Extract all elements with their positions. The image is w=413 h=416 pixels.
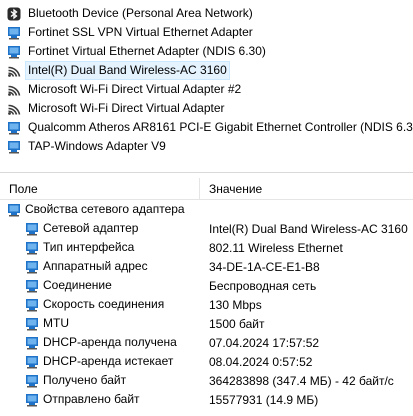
property-rows: Сетевой адаптер Intel(R) Dual Band Wirele…	[0, 219, 413, 409]
property-value: 15577931 (14.9 МБ)	[209, 392, 319, 407]
property-value: Intel(R) Dual Band Wireless-AC 3160	[209, 221, 408, 236]
bluetooth-icon	[7, 7, 21, 21]
network-adapter-icon	[25, 260, 39, 274]
adapter-label: Fortinet SSL VPN Virtual Ethernet Adapte…	[28, 25, 253, 39]
network-adapter-icon	[25, 298, 39, 312]
adapter-list-item[interactable]: Microsoft Wi-Fi Direct Virtual Adapter	[0, 99, 413, 118]
property-field: Сетевой адаптер	[43, 221, 139, 235]
property-field: MTU	[43, 316, 69, 330]
property-field: DHCP-аренда истекает	[43, 354, 174, 368]
property-field: Тип интерфейса	[43, 240, 135, 254]
property-value: 34-DE-1A-CE-E1-B8	[209, 259, 320, 274]
property-value: 08.04.2024 0:57:52	[209, 354, 313, 369]
adapter-list-item[interactable]: Bluetooth Device (Personal Area Network)	[0, 4, 413, 23]
property-field: Аппаратный адрес	[43, 259, 148, 273]
property-row[interactable]: DHCP-аренда истекает 08.04.2024 0:57:52	[0, 352, 413, 371]
wifi-icon	[7, 83, 21, 97]
adapter-list-item[interactable]: TAP-Windows Adapter V9	[0, 137, 413, 156]
adapter-list-item[interactable]: Qualcomm Atheros AR8161 PCI-E Gigabit Et…	[0, 118, 413, 137]
network-adapter-icon	[25, 355, 39, 369]
network-adapter-icon	[7, 121, 21, 135]
property-field: Соединение	[43, 278, 112, 292]
adapter-list-item[interactable]: Fortinet SSL VPN Virtual Ethernet Adapte…	[0, 23, 413, 42]
property-row[interactable]: Сетевой адаптер Intel(R) Dual Band Wirele…	[0, 219, 413, 238]
adapter-label: Fortinet Virtual Ethernet Adapter (NDIS …	[28, 44, 266, 58]
adapter-list-item[interactable]: Intel(R) Dual Band Wireless-AC 3160	[0, 61, 413, 80]
adapter-label: Bluetooth Device (Personal Area Network)	[28, 6, 253, 20]
property-field: Получено байт	[43, 373, 127, 387]
property-row[interactable]: MTU 1500 байт	[0, 314, 413, 333]
network-adapter-icon	[25, 374, 39, 388]
network-adapter-icon	[25, 336, 39, 350]
property-value: 364283898 (347.4 МБ) - 42 байт/с	[209, 373, 394, 388]
column-header-field-label: Поле	[9, 181, 38, 196]
column-header-field[interactable]: Поле	[0, 178, 200, 199]
network-adapter-icon	[25, 241, 39, 255]
property-value: 07.04.2024 17:57:52	[209, 335, 320, 350]
property-value: Беспроводная сеть	[209, 278, 317, 293]
property-value: 130 Mbps	[209, 297, 262, 312]
adapter-label: Microsoft Wi-Fi Direct Virtual Adapter	[28, 101, 225, 115]
network-adapter-icon	[25, 393, 39, 407]
network-adapter-icon	[7, 203, 21, 217]
network-adapter-icon	[7, 45, 21, 59]
network-adapter-icon	[25, 222, 39, 236]
adapter-label: Qualcomm Atheros AR8161 PCI-E Gigabit Et…	[28, 120, 413, 134]
properties-table: Поле Значение Свойства сетевого адаптера…	[0, 178, 413, 409]
adapter-list: Bluetooth Device (Personal Area Network)…	[0, 4, 413, 156]
table-header: Поле Значение	[0, 178, 413, 200]
property-field: Отправлено байт	[43, 392, 140, 406]
panel-splitter[interactable]	[0, 172, 413, 173]
adapter-list-item[interactable]: Fortinet Virtual Ethernet Adapter (NDIS …	[0, 42, 413, 61]
group-row-adapter-properties[interactable]: Свойства сетевого адаптера	[0, 200, 413, 219]
property-row[interactable]: Аппаратный адрес 34-DE-1A-CE-E1-B8	[0, 257, 413, 276]
property-row[interactable]: Отправлено байт 15577931 (14.9 МБ)	[0, 390, 413, 409]
property-row[interactable]: Скорость соединения 130 Mbps	[0, 295, 413, 314]
network-adapter-icon	[7, 26, 21, 40]
property-row[interactable]: DHCP-аренда получена 07.04.2024 17:57:52	[0, 333, 413, 352]
property-field: Скорость соединения	[43, 297, 165, 311]
wifi-icon	[7, 64, 21, 78]
adapter-list-item[interactable]: Microsoft Wi-Fi Direct Virtual Adapter #…	[0, 80, 413, 99]
wifi-icon	[7, 102, 21, 116]
adapter-label: Intel(R) Dual Band Wireless-AC 3160	[25, 61, 230, 80]
column-header-value[interactable]: Значение	[200, 182, 262, 196]
property-value: 802.11 Wireless Ethernet	[209, 240, 343, 255]
property-row[interactable]: Тип интерфейса 802.11 Wireless Ethernet	[0, 238, 413, 257]
adapter-label: TAP-Windows Adapter V9	[28, 139, 166, 153]
property-row[interactable]: Соединение Беспроводная сеть	[0, 276, 413, 295]
column-header-value-label: Значение	[209, 181, 263, 196]
adapter-label: Microsoft Wi-Fi Direct Virtual Adapter #…	[28, 82, 242, 96]
property-value: 1500 байт	[209, 316, 265, 331]
network-adapter-icon	[25, 317, 39, 331]
network-adapter-icon	[25, 279, 39, 293]
group-label: Свойства сетевого адаптера	[25, 202, 185, 216]
property-row[interactable]: Получено байт 364283898 (347.4 МБ) - 42 б…	[0, 371, 413, 390]
property-field: DHCP-аренда получена	[43, 335, 177, 349]
network-adapter-icon	[7, 140, 21, 154]
